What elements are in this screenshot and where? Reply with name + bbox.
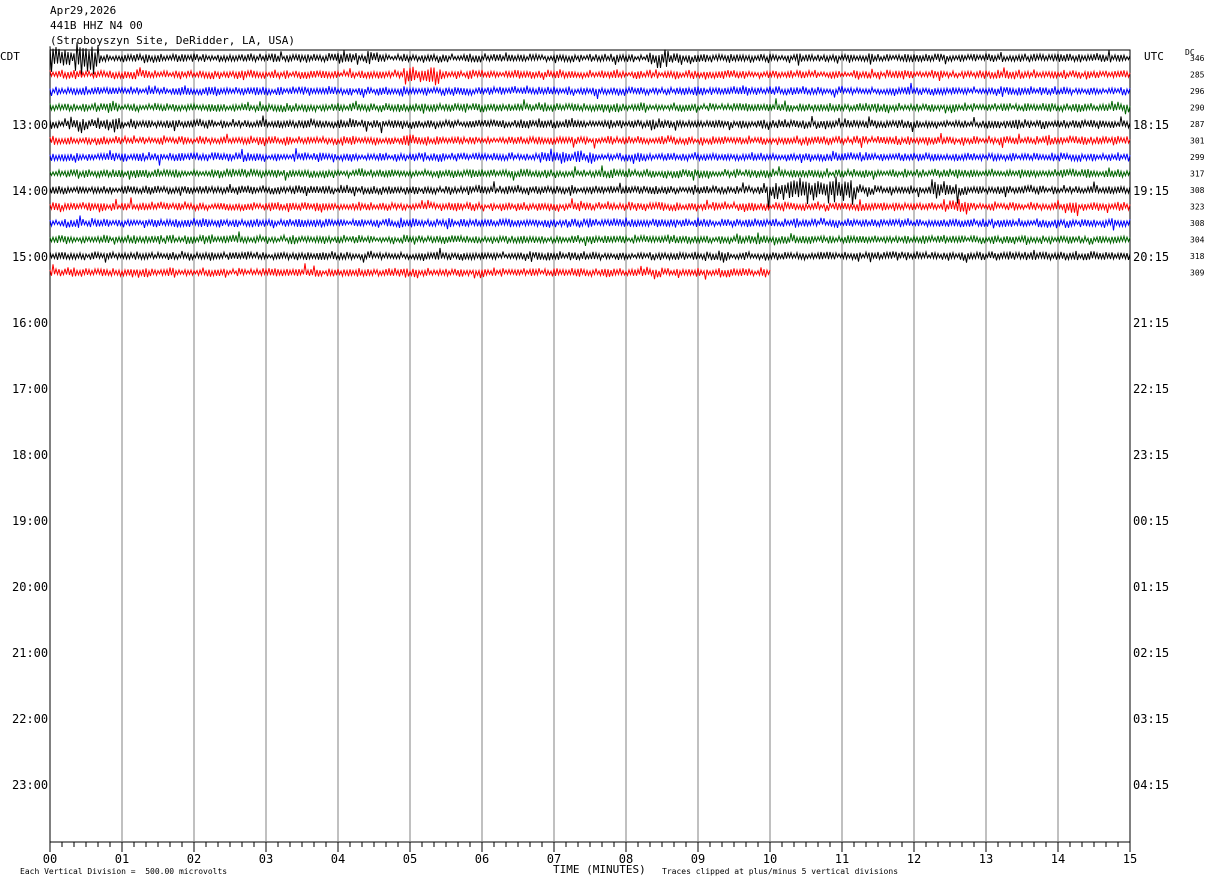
left-hour-label: 17:00	[12, 382, 48, 396]
right-hour-label: 22:15	[1133, 382, 1169, 396]
left-hour-label: 22:00	[12, 712, 48, 726]
x-tick-label: 15	[1123, 852, 1137, 866]
x-tick-label: 02	[187, 852, 201, 866]
dc-offset-label: 285	[1190, 71, 1205, 80]
x-tick-label: 01	[115, 852, 129, 866]
right-hour-label: 00:15	[1133, 514, 1169, 528]
x-tick-label: 13	[979, 852, 993, 866]
dc-offset-label: 318	[1190, 252, 1205, 261]
x-tick-label: 12	[907, 852, 921, 866]
dc-offset-label: 290	[1190, 104, 1205, 113]
right-hour-label: 01:15	[1133, 580, 1169, 594]
dc-offset-label: 299	[1190, 153, 1205, 162]
seismic-trace	[49, 231, 1131, 246]
left-hour-label: 14:00	[12, 184, 48, 198]
dc-offset-label: 346	[1190, 54, 1205, 63]
dc-offset-label: 323	[1190, 203, 1205, 212]
x-tick-label: 00	[43, 852, 57, 866]
right-hour-label: 20:15	[1133, 250, 1169, 264]
right-hour-label: 03:15	[1133, 712, 1169, 726]
dc-offset-label: 287	[1190, 120, 1205, 129]
helicorder-chart: Apr29,2026 441B HHZ N4 00 (Stroboyszyn S…	[0, 0, 1210, 886]
seismic-trace	[49, 215, 1131, 231]
x-tick-label: 10	[763, 852, 777, 866]
right-hour-label: 19:15	[1133, 184, 1169, 198]
seismogram-plot: 00 01 02 03 04 05 06 07 08 09 10 11 12 13 14 1513:0014:…	[12, 42, 1205, 866]
dc-offset-label: 308	[1190, 186, 1205, 195]
right-hour-label: 04:15	[1133, 778, 1169, 792]
seismic-trace	[49, 82, 1131, 99]
seismic-trace	[49, 98, 1131, 115]
dc-offset-label: 308	[1190, 219, 1205, 228]
x-tick-label: 06	[475, 852, 489, 866]
left-hour-label: 13:00	[12, 118, 48, 132]
plot-frame	[49, 49, 1131, 843]
dc-offset-label: 309	[1190, 269, 1205, 278]
x-tick-label: 09	[691, 852, 705, 866]
seismic-trace	[49, 197, 1131, 217]
x-tick-label: 03	[259, 852, 273, 866]
scale-note: Each Vertical Division = 500.00 microvol…	[20, 867, 228, 876]
seismic-trace	[49, 148, 1131, 166]
left-hour-label: 16:00	[12, 316, 48, 330]
seismic-trace	[49, 115, 1131, 134]
seismic-trace	[49, 66, 1131, 86]
left-hour-label: 19:00	[12, 514, 48, 528]
left-hour-label: 18:00	[12, 448, 48, 462]
seismic-trace	[49, 247, 1131, 263]
seismic-trace	[49, 133, 1131, 149]
dc-offset-label: 301	[1190, 137, 1205, 146]
dc-offset-label: 317	[1190, 170, 1205, 179]
left-hour-label: 23:00	[12, 778, 48, 792]
right-hour-label: 02:15	[1133, 646, 1169, 660]
x-tick-label: 04	[331, 852, 345, 866]
left-hour-label: 21:00	[12, 646, 48, 660]
dc-offset-label: 296	[1190, 87, 1205, 96]
right-hour-label: 23:15	[1133, 448, 1169, 462]
dc-offset-label: 304	[1190, 236, 1205, 245]
left-hour-label: 20:00	[12, 580, 48, 594]
x-tick-label: 14	[1051, 852, 1065, 866]
x-axis-title: TIME (MINUTES)	[553, 863, 646, 876]
seismic-trace	[49, 165, 1131, 181]
right-hour-label: 18:15	[1133, 118, 1169, 132]
x-tick-label: 11	[835, 852, 849, 866]
clip-note: Traces clipped at plus/minus 5 vertical …	[662, 867, 899, 876]
x-tick-label: 05	[403, 852, 417, 866]
left-hour-label: 15:00	[12, 250, 48, 264]
right-hour-label: 21:15	[1133, 316, 1169, 330]
